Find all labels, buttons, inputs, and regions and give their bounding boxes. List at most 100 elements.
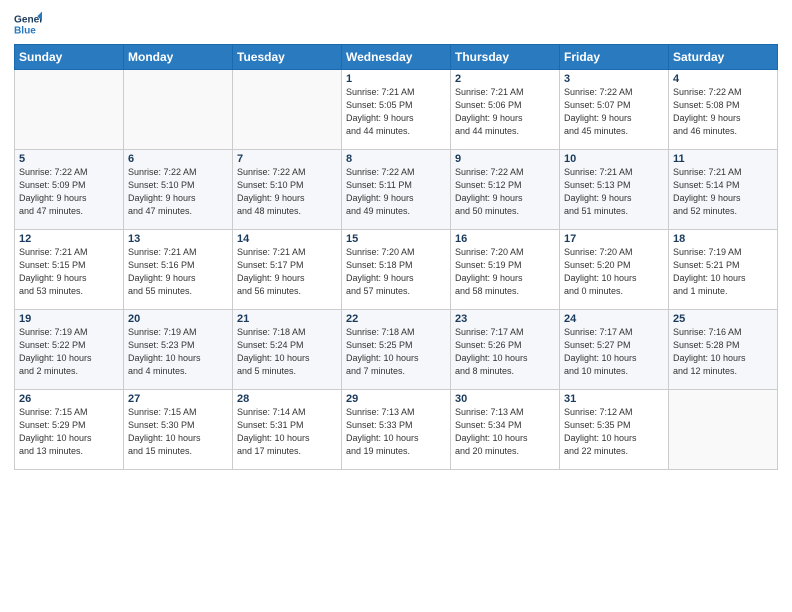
empty-day-cell (669, 390, 778, 470)
calendar-day-cell: 8Sunrise: 7:22 AM Sunset: 5:11 PM Daylig… (342, 150, 451, 230)
calendar-week-row: 19Sunrise: 7:19 AM Sunset: 5:22 PM Dayli… (15, 310, 778, 390)
calendar-day-cell: 11Sunrise: 7:21 AM Sunset: 5:14 PM Dayli… (669, 150, 778, 230)
day-info: Sunrise: 7:22 AM Sunset: 5:12 PM Dayligh… (455, 166, 555, 218)
day-info: Sunrise: 7:15 AM Sunset: 5:30 PM Dayligh… (128, 406, 228, 458)
calendar-day-cell: 14Sunrise: 7:21 AM Sunset: 5:17 PM Dayli… (233, 230, 342, 310)
day-info: Sunrise: 7:21 AM Sunset: 5:15 PM Dayligh… (19, 246, 119, 298)
day-number: 27 (128, 393, 228, 405)
calendar-day-cell: 16Sunrise: 7:20 AM Sunset: 5:19 PM Dayli… (451, 230, 560, 310)
day-info: Sunrise: 7:20 AM Sunset: 5:19 PM Dayligh… (455, 246, 555, 298)
calendar-day-cell: 12Sunrise: 7:21 AM Sunset: 5:15 PM Dayli… (15, 230, 124, 310)
logo: General Blue (14, 10, 44, 38)
day-number: 25 (673, 313, 773, 325)
day-info: Sunrise: 7:12 AM Sunset: 5:35 PM Dayligh… (564, 406, 664, 458)
day-number: 9 (455, 153, 555, 165)
day-info: Sunrise: 7:22 AM Sunset: 5:10 PM Dayligh… (128, 166, 228, 218)
calendar-day-cell: 26Sunrise: 7:15 AM Sunset: 5:29 PM Dayli… (15, 390, 124, 470)
calendar-day-cell: 31Sunrise: 7:12 AM Sunset: 5:35 PM Dayli… (560, 390, 669, 470)
day-info: Sunrise: 7:21 AM Sunset: 5:16 PM Dayligh… (128, 246, 228, 298)
day-number: 3 (564, 73, 664, 85)
day-number: 20 (128, 313, 228, 325)
day-info: Sunrise: 7:22 AM Sunset: 5:11 PM Dayligh… (346, 166, 446, 218)
logo-icon: General Blue (14, 10, 42, 38)
day-info: Sunrise: 7:20 AM Sunset: 5:20 PM Dayligh… (564, 246, 664, 298)
calendar-day-cell: 21Sunrise: 7:18 AM Sunset: 5:24 PM Dayli… (233, 310, 342, 390)
day-info: Sunrise: 7:21 AM Sunset: 5:06 PM Dayligh… (455, 86, 555, 138)
weekday-header-tuesday: Tuesday (233, 45, 342, 70)
day-info: Sunrise: 7:17 AM Sunset: 5:27 PM Dayligh… (564, 326, 664, 378)
day-info: Sunrise: 7:18 AM Sunset: 5:24 PM Dayligh… (237, 326, 337, 378)
calendar-day-cell: 9Sunrise: 7:22 AM Sunset: 5:12 PM Daylig… (451, 150, 560, 230)
calendar-day-cell: 13Sunrise: 7:21 AM Sunset: 5:16 PM Dayli… (124, 230, 233, 310)
day-number: 12 (19, 233, 119, 245)
day-info: Sunrise: 7:13 AM Sunset: 5:34 PM Dayligh… (455, 406, 555, 458)
day-info: Sunrise: 7:13 AM Sunset: 5:33 PM Dayligh… (346, 406, 446, 458)
calendar-week-row: 1Sunrise: 7:21 AM Sunset: 5:05 PM Daylig… (15, 70, 778, 150)
day-info: Sunrise: 7:22 AM Sunset: 5:10 PM Dayligh… (237, 166, 337, 218)
day-number: 11 (673, 153, 773, 165)
day-number: 15 (346, 233, 446, 245)
day-info: Sunrise: 7:15 AM Sunset: 5:29 PM Dayligh… (19, 406, 119, 458)
calendar-day-cell: 1Sunrise: 7:21 AM Sunset: 5:05 PM Daylig… (342, 70, 451, 150)
calendar-day-cell: 2Sunrise: 7:21 AM Sunset: 5:06 PM Daylig… (451, 70, 560, 150)
day-number: 1 (346, 73, 446, 85)
day-number: 13 (128, 233, 228, 245)
day-info: Sunrise: 7:22 AM Sunset: 5:07 PM Dayligh… (564, 86, 664, 138)
weekday-header-sunday: Sunday (15, 45, 124, 70)
calendar-day-cell: 6Sunrise: 7:22 AM Sunset: 5:10 PM Daylig… (124, 150, 233, 230)
calendar-week-row: 5Sunrise: 7:22 AM Sunset: 5:09 PM Daylig… (15, 150, 778, 230)
day-info: Sunrise: 7:21 AM Sunset: 5:17 PM Dayligh… (237, 246, 337, 298)
empty-day-cell (124, 70, 233, 150)
day-number: 28 (237, 393, 337, 405)
day-number: 8 (346, 153, 446, 165)
calendar-week-row: 26Sunrise: 7:15 AM Sunset: 5:29 PM Dayli… (15, 390, 778, 470)
calendar-day-cell: 19Sunrise: 7:19 AM Sunset: 5:22 PM Dayli… (15, 310, 124, 390)
day-number: 31 (564, 393, 664, 405)
calendar-day-cell: 23Sunrise: 7:17 AM Sunset: 5:26 PM Dayli… (451, 310, 560, 390)
day-info: Sunrise: 7:14 AM Sunset: 5:31 PM Dayligh… (237, 406, 337, 458)
day-number: 22 (346, 313, 446, 325)
day-number: 19 (19, 313, 119, 325)
day-info: Sunrise: 7:19 AM Sunset: 5:22 PM Dayligh… (19, 326, 119, 378)
calendar-day-cell: 28Sunrise: 7:14 AM Sunset: 5:31 PM Dayli… (233, 390, 342, 470)
day-info: Sunrise: 7:18 AM Sunset: 5:25 PM Dayligh… (346, 326, 446, 378)
svg-text:Blue: Blue (14, 25, 36, 36)
weekday-header-monday: Monday (124, 45, 233, 70)
day-info: Sunrise: 7:21 AM Sunset: 5:14 PM Dayligh… (673, 166, 773, 218)
calendar-day-cell: 18Sunrise: 7:19 AM Sunset: 5:21 PM Dayli… (669, 230, 778, 310)
day-number: 7 (237, 153, 337, 165)
day-info: Sunrise: 7:19 AM Sunset: 5:21 PM Dayligh… (673, 246, 773, 298)
calendar-week-row: 12Sunrise: 7:21 AM Sunset: 5:15 PM Dayli… (15, 230, 778, 310)
day-number: 24 (564, 313, 664, 325)
day-info: Sunrise: 7:19 AM Sunset: 5:23 PM Dayligh… (128, 326, 228, 378)
calendar-day-cell: 29Sunrise: 7:13 AM Sunset: 5:33 PM Dayli… (342, 390, 451, 470)
day-number: 10 (564, 153, 664, 165)
day-info: Sunrise: 7:22 AM Sunset: 5:09 PM Dayligh… (19, 166, 119, 218)
day-number: 16 (455, 233, 555, 245)
calendar-day-cell: 3Sunrise: 7:22 AM Sunset: 5:07 PM Daylig… (560, 70, 669, 150)
calendar-day-cell: 15Sunrise: 7:20 AM Sunset: 5:18 PM Dayli… (342, 230, 451, 310)
calendar-day-cell: 10Sunrise: 7:21 AM Sunset: 5:13 PM Dayli… (560, 150, 669, 230)
calendar-day-cell: 30Sunrise: 7:13 AM Sunset: 5:34 PM Dayli… (451, 390, 560, 470)
day-info: Sunrise: 7:16 AM Sunset: 5:28 PM Dayligh… (673, 326, 773, 378)
day-number: 30 (455, 393, 555, 405)
calendar-day-cell: 20Sunrise: 7:19 AM Sunset: 5:23 PM Dayli… (124, 310, 233, 390)
day-number: 23 (455, 313, 555, 325)
calendar-header: General Blue (14, 10, 778, 38)
day-info: Sunrise: 7:17 AM Sunset: 5:26 PM Dayligh… (455, 326, 555, 378)
calendar-day-cell: 27Sunrise: 7:15 AM Sunset: 5:30 PM Dayli… (124, 390, 233, 470)
day-number: 14 (237, 233, 337, 245)
weekday-header-saturday: Saturday (669, 45, 778, 70)
calendar-container: General Blue SundayMondayTuesdayWednesda… (0, 0, 792, 476)
empty-day-cell (15, 70, 124, 150)
weekday-header-thursday: Thursday (451, 45, 560, 70)
day-info: Sunrise: 7:21 AM Sunset: 5:05 PM Dayligh… (346, 86, 446, 138)
day-info: Sunrise: 7:20 AM Sunset: 5:18 PM Dayligh… (346, 246, 446, 298)
weekday-header-wednesday: Wednesday (342, 45, 451, 70)
day-number: 2 (455, 73, 555, 85)
calendar-day-cell: 24Sunrise: 7:17 AM Sunset: 5:27 PM Dayli… (560, 310, 669, 390)
calendar-day-cell: 17Sunrise: 7:20 AM Sunset: 5:20 PM Dayli… (560, 230, 669, 310)
day-number: 4 (673, 73, 773, 85)
calendar-table: SundayMondayTuesdayWednesdayThursdayFrid… (14, 44, 778, 470)
day-number: 17 (564, 233, 664, 245)
